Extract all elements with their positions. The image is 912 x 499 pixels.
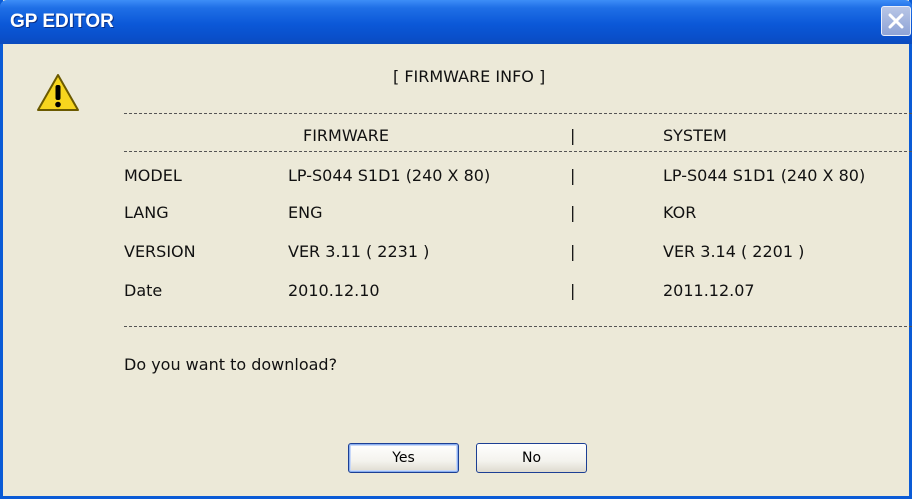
firmware-date: 2010.12.10 <box>288 281 380 300</box>
system-version: VER 3.14 ( 2201 ) <box>663 242 805 261</box>
close-icon <box>888 13 904 29</box>
firmware-model: LP-S044 S1D1 (240 X 80) <box>288 166 491 185</box>
row-label: Date <box>124 281 163 300</box>
divider-header <box>124 151 912 152</box>
system-lang: KOR <box>663 203 697 222</box>
row-label: VERSION <box>124 242 196 261</box>
warning-icon <box>37 74 79 111</box>
row-label: LANG <box>124 203 169 222</box>
column-header-system: SYSTEM <box>663 126 727 145</box>
column-separator: | <box>570 126 576 145</box>
row-label: MODEL <box>124 166 182 185</box>
divider-bottom <box>124 326 912 327</box>
system-date: 2011.12.07 <box>663 281 755 300</box>
firmware-lang: ENG <box>288 203 323 222</box>
column-separator: | <box>570 242 576 261</box>
column-header-firmware: FIRMWARE <box>303 126 389 145</box>
system-model: LP-S044 S1D1 (240 X 80) <box>663 166 866 185</box>
window-title: GP EDITOR <box>10 11 114 32</box>
dialog-window: GP EDITOR [ FIRMWARE INFO ] FIRMWARE | S… <box>0 0 912 499</box>
divider-top <box>124 113 912 114</box>
column-separator: | <box>570 203 576 222</box>
yes-button[interactable]: Yes <box>348 443 459 473</box>
title-bar[interactable]: GP EDITOR <box>0 0 912 44</box>
dialog-heading: [ FIRMWARE INFO ] <box>393 67 546 86</box>
column-separator: | <box>570 281 576 300</box>
no-button[interactable]: No <box>476 443 587 473</box>
close-button[interactable] <box>881 6 911 36</box>
firmware-version: VER 3.11 ( 2231 ) <box>288 242 430 261</box>
download-question: Do you want to download? <box>124 355 338 374</box>
column-separator: | <box>570 166 576 185</box>
